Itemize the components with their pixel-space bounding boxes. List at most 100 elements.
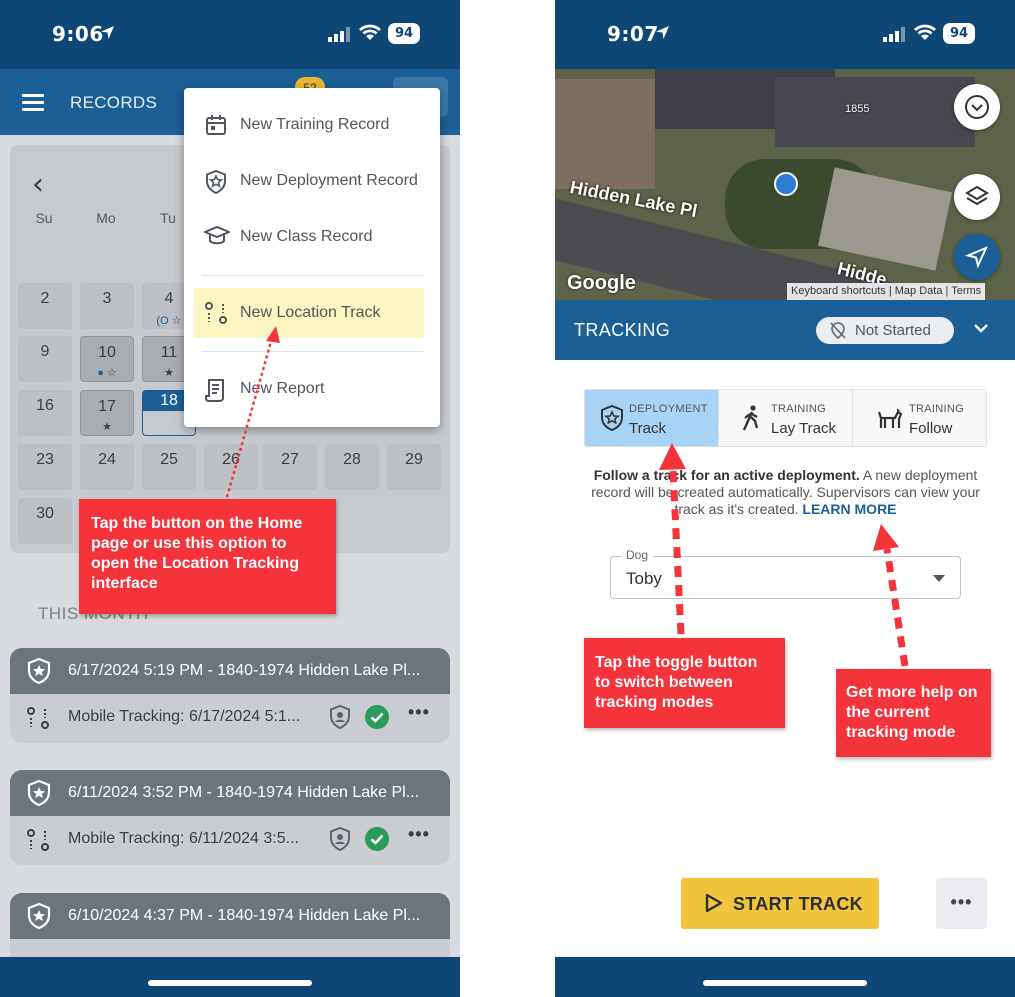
calendar-day[interactable]: 25 — [142, 444, 196, 490]
satellite-map[interactable]: 1855 Hidden Lake Pl Hidde Google Keyboar… — [555, 69, 1015, 300]
calendar-day[interactable]: 9 — [18, 336, 72, 382]
start-track-label: START TRACK — [733, 894, 863, 914]
status-bar: 9:07 94 — [555, 0, 1015, 69]
calendar-day[interactable]: 23 — [18, 444, 72, 490]
shield-star-icon — [27, 657, 51, 685]
day-number: 25 — [160, 451, 178, 468]
calendar-day[interactable]: 29 — [387, 444, 441, 490]
record-card-header[interactable]: 6/17/2024 5:19 PM - 1840-1974 Hidden Lak… — [10, 648, 450, 694]
graduation-cap-icon — [204, 225, 230, 245]
menu-item-label: New Training Record — [240, 116, 390, 133]
mode-deployment-track[interactable]: DEPLOYMENT Track — [585, 390, 718, 446]
day-number: 23 — [36, 451, 54, 468]
record-card-header[interactable]: 6/10/2024 4:37 PM - 1840-1974 Hidden Lak… — [10, 893, 450, 939]
more-options-icon[interactable]: ••• — [408, 702, 430, 723]
description-bold: Follow a track for an active deployment. — [593, 467, 860, 483]
dog-field-label: Dog — [621, 548, 654, 562]
mode-category: TRAINING — [909, 403, 964, 415]
shield-star-icon — [27, 779, 51, 807]
more-options-button[interactable]: ••• — [936, 878, 987, 929]
collapse-map-button[interactable] — [954, 84, 1000, 130]
annotation-callout: Tap the button on the Home page or use t… — [79, 499, 336, 614]
map-driveway — [817, 167, 953, 271]
mode-name: Track — [629, 420, 666, 437]
location-arrow-icon — [655, 25, 670, 40]
menu-item-new-report[interactable]: New Report — [184, 364, 440, 414]
check-circle-icon — [365, 705, 389, 729]
battery-indicator: 94 — [943, 23, 975, 44]
calendar-day[interactable]: 3 — [80, 283, 134, 329]
route-icon — [205, 302, 227, 324]
status-time: 9:07 — [607, 22, 659, 46]
chevron-down-icon[interactable] — [973, 322, 989, 334]
dog-icon — [877, 408, 903, 428]
learn-more-link[interactable]: LEARN MORE — [802, 501, 896, 517]
day-number: 26 — [222, 451, 240, 468]
weekday-label: Su — [35, 210, 53, 226]
menu-item-label: New Deployment Record — [240, 172, 418, 189]
status-time: 9:06 — [52, 22, 104, 46]
record-card[interactable]: 6/17/2024 5:19 PM - 1840-1974 Hidden Lak… — [10, 648, 450, 743]
weekday-label: Mo — [96, 210, 116, 226]
calendar-day[interactable]: 2 — [18, 283, 72, 329]
calendar-day[interactable]: 10 ● ☆ — [80, 336, 134, 382]
shield-star-icon — [206, 169, 226, 195]
dog-field-value: Toby — [626, 569, 662, 588]
mode-name: Lay Track — [771, 420, 837, 437]
start-track-button[interactable]: START TRACK — [681, 878, 879, 929]
calendar-day[interactable]: 30 — [18, 498, 72, 544]
calendar-day[interactable]: 17 ★ — [80, 390, 134, 436]
home-indicator[interactable] — [148, 980, 312, 986]
shield-star-icon — [27, 902, 51, 930]
chevron-left-icon[interactable]: ‹ — [32, 167, 44, 202]
day-number: 4 — [164, 290, 174, 307]
mode-training-follow[interactable]: TRAINING Follow — [853, 390, 987, 446]
phone-tracking: 9:07 94 1855 Hidden Lake Pl Hidde Google… — [555, 0, 1015, 997]
menu-item-new-deployment-record[interactable]: New Deployment Record — [184, 156, 440, 206]
record-card-header[interactable]: 6/11/2024 3:52 PM - 1840-1974 Hidden Lak… — [10, 770, 450, 816]
record-track-row[interactable]: Mobile Tracking: 6/11/2024 3:5... ••• — [10, 816, 450, 865]
play-icon — [705, 893, 723, 913]
person-walking-icon — [742, 405, 759, 431]
report-scroll-icon — [205, 379, 224, 402]
menu-item-new-training-record[interactable]: New Training Record — [184, 100, 440, 150]
map-house — [555, 79, 655, 189]
tracking-status-badge: Not Started — [816, 317, 954, 344]
record-marks-icon: ● ☆ — [97, 367, 117, 379]
mode-description: Follow a track for an active deployment.… — [583, 467, 988, 518]
phone-records: 9:06 94 RECORDS 52 ‹ Su Mo Tu 2 3 4(O ☆ … — [0, 0, 460, 997]
mode-training-lay-track[interactable]: TRAINING Lay Track — [719, 390, 852, 446]
more-options-icon[interactable]: ••• — [408, 824, 430, 845]
day-number: 10 — [98, 344, 116, 361]
calendar-day[interactable]: 27 — [263, 444, 317, 490]
hamburger-menu-icon[interactable] — [22, 94, 44, 111]
track-title: Mobile Tracking: 6/11/2024 3:5... — [68, 830, 299, 847]
map-attribution[interactable]: Keyboard shortcuts | Map Data | Terms — [787, 283, 986, 300]
map-house-number: 1855 — [845, 103, 870, 115]
dog-select[interactable]: Dog Toby — [610, 548, 961, 599]
home-indicator[interactable] — [703, 980, 867, 986]
calendar-day[interactable]: 28 — [325, 444, 379, 490]
signal-icon — [883, 27, 905, 42]
shield-star-icon — [601, 404, 623, 432]
signal-icon — [328, 27, 350, 42]
map-layers-button[interactable] — [954, 174, 1000, 220]
tracking-mode-toggle: DEPLOYMENT Track TRAINING Lay Track TRAI… — [584, 389, 987, 447]
day-number: 2 — [40, 290, 50, 307]
calendar-day[interactable]: 16 — [18, 390, 72, 436]
record-track-row[interactable]: Mobile Tracking: 6/17/2024 5:1... ••• — [10, 694, 450, 743]
day-number: 11 — [160, 344, 178, 361]
calendar-day[interactable]: 26 — [204, 444, 258, 490]
day-number: 3 — [102, 290, 112, 307]
recenter-location-button[interactable] — [954, 234, 1000, 280]
menu-item-label: New Location Track — [240, 304, 381, 321]
record-card[interactable]: 6/11/2024 3:52 PM - 1840-1974 Hidden Lak… — [10, 770, 450, 865]
menu-item-new-location-track[interactable]: New Location Track — [194, 288, 424, 338]
record-title: 6/10/2024 4:37 PM - 1840-1974 Hidden Lak… — [68, 907, 421, 924]
day-number: 16 — [36, 397, 54, 414]
menu-item-new-class-record[interactable]: New Class Record — [184, 212, 440, 262]
location-off-icon — [830, 322, 846, 339]
tracking-header: TRACKING Not Started — [555, 300, 1015, 360]
mode-category: DEPLOYMENT — [629, 403, 708, 415]
calendar-day[interactable]: 24 — [80, 444, 134, 490]
